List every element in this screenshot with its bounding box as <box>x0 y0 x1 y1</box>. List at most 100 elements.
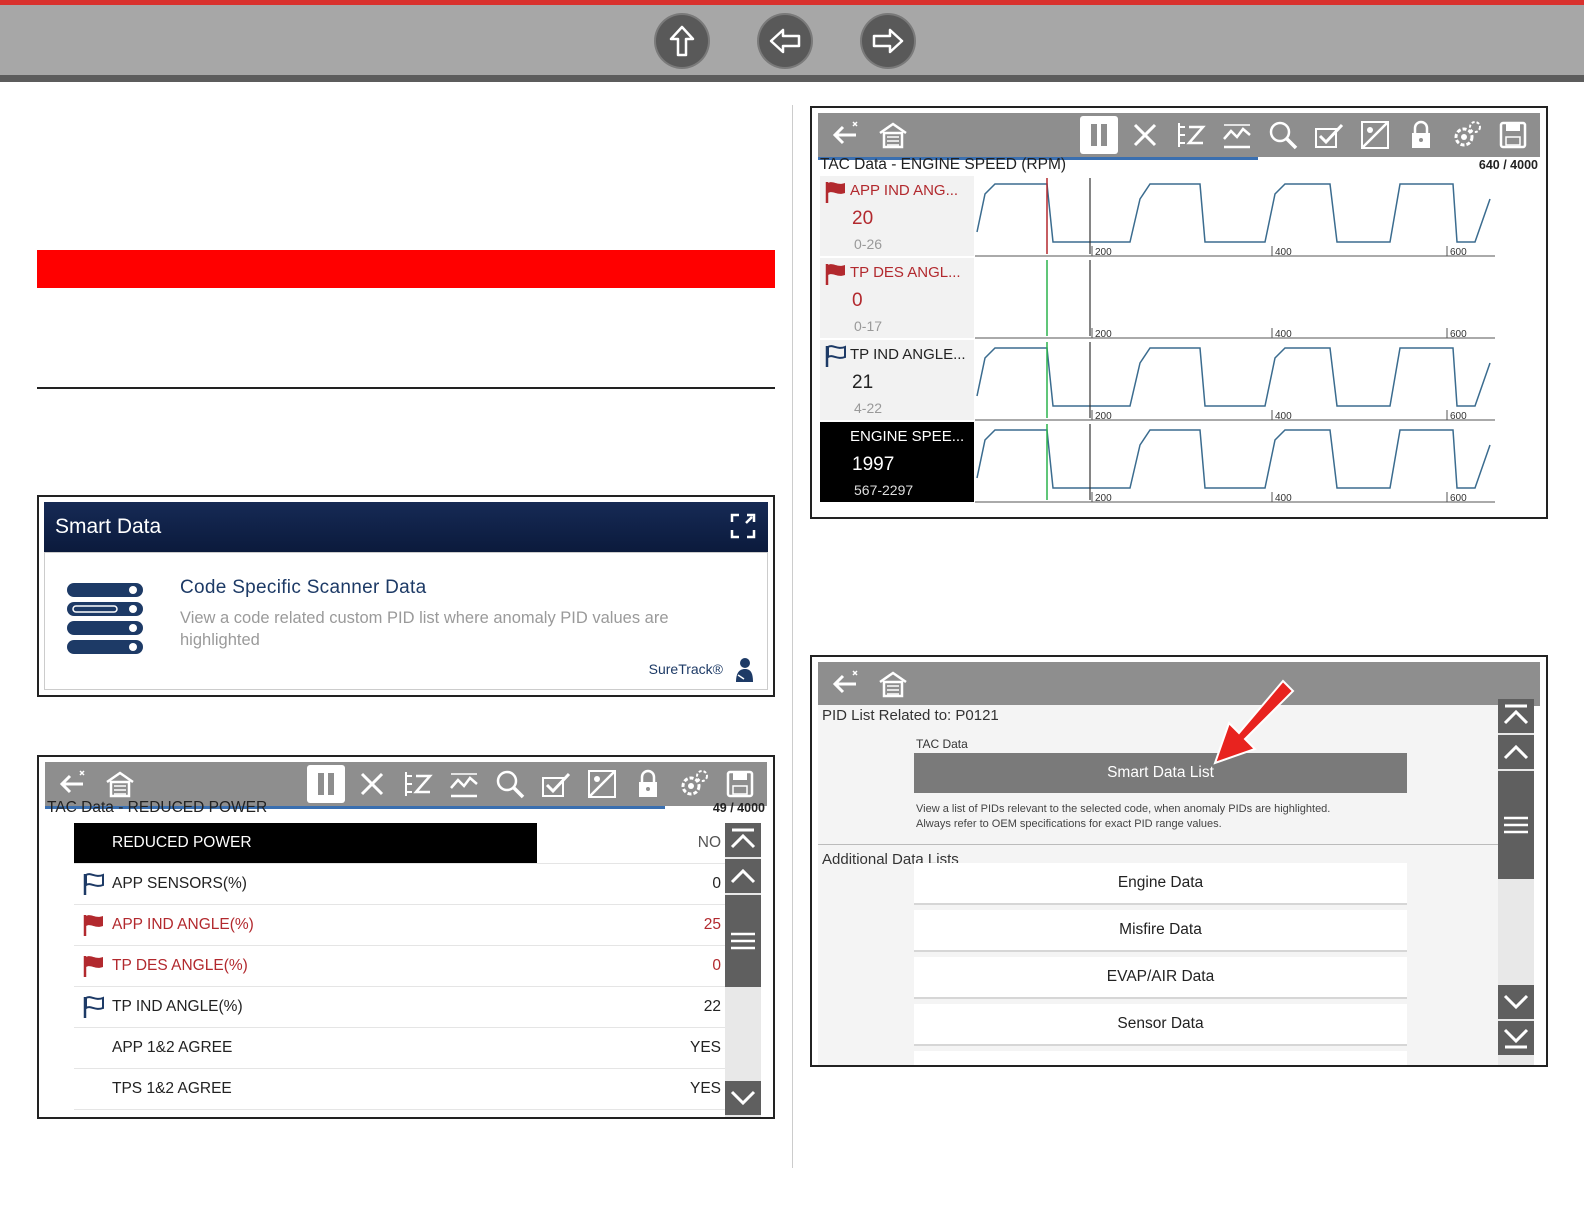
pid-value: 22 <box>703 998 721 1015</box>
red-banner <box>37 250 775 288</box>
pid-value: YES <box>689 1080 721 1097</box>
sort-icon[interactable] <box>399 765 437 803</box>
pid-row[interactable]: APP SENSORS(%) 0 <box>74 864 729 905</box>
pid-value: 0 <box>712 957 721 974</box>
list-item-partial[interactable] <box>914 1051 1407 1065</box>
lock-icon[interactable] <box>629 765 667 803</box>
back-icon[interactable] <box>53 765 91 803</box>
clear-icon[interactable] <box>353 765 391 803</box>
select-icon[interactable] <box>537 765 575 803</box>
graph-view-icon[interactable] <box>445 765 483 803</box>
smart-data-card[interactable]: Smart Data Code Specific Scanner Data Vi… <box>37 495 775 697</box>
pid-row[interactable]: REDUCED POWER NO <box>74 823 729 864</box>
right-arrow-icon <box>872 28 904 54</box>
pid-label: APP 1&2 AGREE <box>112 1039 233 1056</box>
sort-icon[interactable] <box>1172 116 1210 154</box>
pid-row[interactable]: TP DES ANGLE(%) 0 <box>74 946 729 987</box>
pid-row[interactable]: APP 1&2 AGREE YES <box>74 1028 729 1069</box>
back-icon[interactable] <box>826 665 864 703</box>
column-divider <box>792 105 793 1168</box>
pid-label: TPS 1&2 AGREE <box>112 1080 232 1097</box>
tick-label: 200 <box>1095 493 1112 504</box>
smart-list-description: View a list of PIDs relevant to the sele… <box>916 802 1330 832</box>
clear-icon[interactable] <box>1126 116 1164 154</box>
pid-label: TP IND ANGLE(%) <box>112 998 243 1015</box>
back-button[interactable] <box>759 15 811 67</box>
lock-icon[interactable] <box>1402 116 1440 154</box>
scroll-thumb[interactable] <box>725 895 761 987</box>
save-icon[interactable] <box>1494 116 1532 154</box>
graph-view-icon[interactable] <box>1218 116 1256 154</box>
section-rule <box>37 387 775 389</box>
tick-label: 200 <box>1095 247 1112 258</box>
description-line-2: Always refer to OEM specifications for e… <box>916 818 1222 830</box>
trace-name: ENGINE SPEE... <box>850 428 965 445</box>
pid-scrollbar[interactable] <box>725 823 761 1117</box>
pid-label: REDUCED POWER <box>112 834 252 851</box>
flag-filled-icon <box>83 915 103 936</box>
scroll-up-button[interactable] <box>725 859 761 893</box>
up-button[interactable] <box>656 15 708 67</box>
scroll-thumb[interactable] <box>1498 771 1534 879</box>
trace-label[interactable]: ENGINE SPEE... 1997 567-2297 <box>820 422 974 502</box>
engine-data-button[interactable]: Engine Data <box>914 863 1407 905</box>
smart-data-body: Code Specific Scanner Data View a code r… <box>44 552 768 690</box>
trace-waveform <box>976 183 1491 243</box>
zoom-icon[interactable] <box>491 765 529 803</box>
back-icon[interactable] <box>826 116 864 154</box>
pid-value: 0 <box>712 875 721 892</box>
filter-icon[interactable] <box>1356 116 1394 154</box>
pid-label: TP DES ANGLE(%) <box>112 957 248 974</box>
related-title: PID List Related to: P0121 <box>822 707 999 724</box>
scroll-top-button[interactable] <box>1498 699 1534 733</box>
smart-data-list-button[interactable]: Smart Data List <box>914 753 1407 793</box>
misfire-data-button[interactable]: Misfire Data <box>914 910 1407 952</box>
scroll-down-button[interactable] <box>1498 985 1534 1019</box>
filter-icon[interactable] <box>583 765 621 803</box>
trace-range: 4-22 <box>854 400 883 416</box>
settings-icon[interactable] <box>1448 116 1486 154</box>
top-nav-bar <box>0 0 1584 82</box>
tick-label: 200 <box>1095 329 1112 340</box>
scroll-top-button[interactable] <box>725 823 761 857</box>
flag-filled-icon <box>83 956 103 977</box>
flag-filled-icon <box>825 264 845 285</box>
code-specific-title[interactable]: Code Specific Scanner Data <box>180 577 427 599</box>
scroll-down-button[interactable] <box>725 1081 761 1115</box>
pid-label: APP IND ANGLE(%) <box>112 916 254 933</box>
tick-label: 600 <box>1450 411 1467 422</box>
zoom-icon[interactable] <box>1264 116 1302 154</box>
tac-data-label: TAC Data <box>916 737 968 751</box>
select-icon[interactable] <box>1310 116 1348 154</box>
pid-row[interactable]: APP IND ANGLE(%) 25 <box>74 905 729 946</box>
tick-label: 400 <box>1275 329 1292 340</box>
scroll-up-button[interactable] <box>1498 735 1534 769</box>
scroll-bottom-button[interactable] <box>1498 1021 1534 1055</box>
trace-label[interactable]: TP IND ANGLE... 21 4-22 <box>820 340 974 420</box>
home-icon[interactable] <box>874 665 912 703</box>
smart-data-header-title: Smart Data <box>55 515 162 538</box>
pause-icon[interactable] <box>307 765 345 803</box>
trace-value: 21 <box>852 372 874 393</box>
pid-row[interactable]: TPS 1&2 AGREE YES <box>74 1069 729 1110</box>
trace-label[interactable]: TP DES ANGL... 0 0-17 <box>820 258 974 338</box>
sensor-data-button[interactable]: Sensor Data <box>914 1004 1407 1046</box>
evap-air-data-button[interactable]: EVAP/AIR Data <box>914 957 1407 999</box>
related-scrollbar[interactable] <box>1498 699 1534 1065</box>
forward-button[interactable] <box>862 15 914 67</box>
home-icon[interactable] <box>874 116 912 154</box>
expand-icon[interactable] <box>730 513 756 539</box>
save-icon[interactable] <box>721 765 759 803</box>
home-icon[interactable] <box>101 765 139 803</box>
pause-icon[interactable] <box>1080 116 1118 154</box>
pid-row[interactable]: TP IND ANGLE(%) 22 <box>74 987 729 1028</box>
trace-range: 0-26 <box>854 236 883 252</box>
up-arrow-icon <box>669 25 695 57</box>
graph-screen: TAC Data - ENGINE SPEED (RPM) 640 / 4000… <box>810 106 1548 519</box>
settings-icon[interactable] <box>675 765 713 803</box>
trace-label[interactable]: APP IND ANG... 20 0-26 <box>820 176 974 256</box>
graph-plot-area[interactable]: 200 400 600 200 400 600 200 400 600 200 400 600 <box>975 176 1505 506</box>
left-arrow-icon <box>769 28 801 54</box>
code-specific-description: View a code related custom PID list wher… <box>180 609 669 649</box>
pid-value: 25 <box>703 916 721 933</box>
